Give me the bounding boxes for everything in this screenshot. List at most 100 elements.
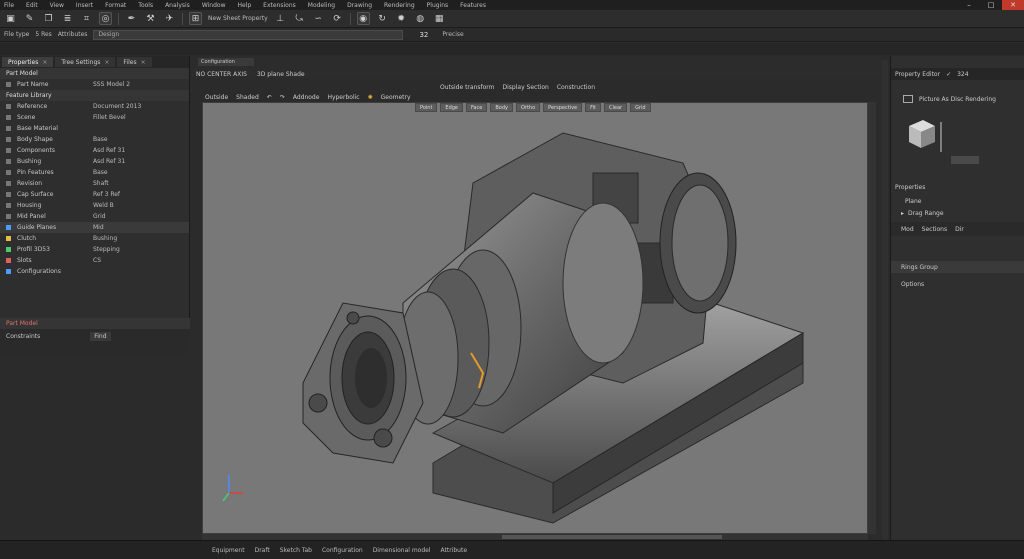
menu-plugins[interactable]: Plugins	[427, 2, 449, 9]
panel-scrollbar[interactable]	[882, 60, 888, 540]
dir-button[interactable]: Dir	[955, 226, 964, 233]
display-section-button[interactable]: Display Section	[503, 84, 549, 91]
sections-button[interactable]: Sections	[922, 226, 947, 233]
play-icon[interactable]: ▸	[901, 210, 904, 217]
menu-insert[interactable]: Insert	[76, 2, 93, 9]
constraints-item[interactable]: Constraints	[6, 333, 40, 340]
property-row[interactable]: Clutch Bushing	[0, 233, 189, 244]
hammer-icon[interactable]: ⚒	[144, 12, 157, 25]
clear-button[interactable]: Clear	[603, 103, 628, 112]
menu-file[interactable]: File	[4, 2, 14, 9]
curve-icon[interactable]: ∽	[312, 12, 325, 25]
property-row[interactable]: Mid Panel Grid	[0, 211, 189, 222]
menu-features[interactable]: Features	[460, 2, 486, 9]
grid-icon[interactable]: ⌗	[80, 12, 93, 25]
palette-icon[interactable]: ▦	[433, 12, 446, 25]
property-row[interactable]: Scene Fillet Bevel	[0, 112, 189, 123]
save-icon[interactable]: ▣	[4, 12, 17, 25]
property-row[interactable]: Body Shape Base	[0, 134, 189, 145]
menu-modeling[interactable]: Modeling	[308, 2, 335, 9]
outside-button[interactable]: Outside	[205, 94, 228, 101]
ortho-button[interactable]: Ortho	[515, 103, 541, 112]
tab-files[interactable]: Files ×	[117, 57, 152, 67]
mode-label[interactable]: Precise	[442, 31, 463, 38]
minimize-icon[interactable]: –	[958, 0, 980, 10]
grid-button[interactable]: Grid	[630, 103, 651, 112]
property-row[interactable]: Profil 3D53 Stepping	[0, 244, 189, 255]
menu-format[interactable]: Format	[105, 2, 126, 9]
property-row[interactable]: Pin Features Base	[0, 167, 189, 178]
status-dimensional[interactable]: Dimensional model	[373, 547, 431, 554]
face-button[interactable]: Face	[466, 103, 488, 112]
shaded-button[interactable]: Shaded	[236, 94, 259, 101]
tab-properties[interactable]: Properties ×	[2, 57, 54, 67]
property-row[interactable]: Base Material	[0, 123, 189, 134]
lock-icon[interactable]: ⊞	[189, 12, 202, 25]
status-configuration[interactable]: Configuration	[322, 547, 363, 554]
menu-rendering[interactable]: Rendering	[384, 2, 415, 9]
menu-window[interactable]: Window	[202, 2, 226, 9]
property-row[interactable]: Reference Document 2013	[0, 101, 189, 112]
viewport-vertical-scrollbar[interactable]	[868, 102, 876, 534]
rotate-icon[interactable]: ⟳	[331, 12, 344, 25]
geometry-button[interactable]: Geometry	[381, 94, 411, 101]
maximize-icon[interactable]: □	[980, 0, 1002, 10]
close-icon[interactable]: ✕	[1002, 0, 1024, 10]
undo-icon[interactable]: ↶	[267, 94, 272, 101]
open-icon[interactable]: ❐	[42, 12, 55, 25]
viewport-tab[interactable]: Configuration	[198, 58, 254, 66]
property-row[interactable]: Configurations	[0, 266, 189, 277]
options-item[interactable]: Options	[901, 281, 924, 288]
check-icon[interactable]: ✓	[946, 71, 951, 78]
hyperbolic-button[interactable]: Hyperbolic	[327, 94, 359, 101]
perspective-button[interactable]: Perspective	[543, 103, 583, 112]
drag-range-item[interactable]: Drag Range	[908, 210, 944, 217]
wrench-icon[interactable]: ✈	[163, 12, 176, 25]
record-icon[interactable]: ◉	[356, 12, 370, 25]
pen-icon[interactable]: ✒	[125, 12, 138, 25]
globe-icon[interactable]: ◍	[414, 12, 427, 25]
attributes-label[interactable]: Attributes	[58, 31, 88, 38]
sun-icon[interactable]: ✺	[368, 94, 373, 101]
cad-model[interactable]	[203, 103, 868, 534]
status-sketch[interactable]: Sketch Tab	[280, 547, 312, 554]
layers-icon[interactable]: ≣	[61, 12, 74, 25]
menu-drawing[interactable]: Drawing	[347, 2, 372, 9]
menu-tools[interactable]: Tools	[138, 2, 153, 9]
property-row[interactable]: Slots CS	[0, 255, 189, 266]
status-draft[interactable]: Draft	[255, 547, 270, 554]
construction-button[interactable]: Construction	[557, 84, 595, 91]
point-button[interactable]: Point	[415, 103, 438, 112]
body-button[interactable]: Body	[490, 103, 513, 112]
redo-icon[interactable]: ↷	[280, 94, 285, 101]
menu-analysis[interactable]: Analysis	[165, 2, 190, 9]
tab-tree-settings[interactable]: Tree Settings ×	[55, 57, 116, 67]
property-row[interactable]: Cap Surface Ref 3 Ref	[0, 189, 189, 200]
plane-item[interactable]: Plane	[905, 198, 921, 205]
rings-group-item[interactable]: Rings Group	[901, 264, 938, 271]
property-row[interactable]: Components Asd Ref 31	[0, 145, 189, 156]
outside-transform-button[interactable]: Outside transform	[440, 84, 495, 91]
property-row[interactable]: Guide Planes Mid	[0, 222, 189, 233]
3d-viewport[interactable]	[202, 102, 868, 534]
property-row[interactable]: Housing Weld B	[0, 200, 189, 211]
target-icon[interactable]: ◎	[99, 12, 112, 25]
menu-view[interactable]: View	[50, 2, 64, 9]
status-attribute[interactable]: Attribute	[441, 547, 468, 554]
mod-button[interactable]: Mod	[901, 226, 914, 233]
settings-icon[interactable]: ✹	[395, 12, 408, 25]
property-row[interactable]: Revision Shaft	[0, 178, 189, 189]
property-row[interactable]: Part Name SSS Model 2	[0, 79, 189, 90]
addnode-button[interactable]: Addnode	[293, 94, 320, 101]
new-icon[interactable]: ✎	[23, 12, 36, 25]
status-equipment[interactable]: Equipment	[212, 547, 245, 554]
design-field[interactable]: Design	[93, 29, 404, 40]
menu-edit[interactable]: Edit	[26, 2, 38, 9]
edge-button[interactable]: Edge	[440, 103, 464, 112]
menu-extensions[interactable]: Extensions	[263, 2, 296, 9]
refresh-icon[interactable]: ↻	[376, 12, 389, 25]
fit-button[interactable]: Fit	[585, 103, 601, 112]
find-button[interactable]: Find	[90, 331, 111, 341]
dimension-icon[interactable]: ⊥	[274, 12, 287, 25]
arc-icon[interactable]: ⤿	[293, 12, 306, 25]
